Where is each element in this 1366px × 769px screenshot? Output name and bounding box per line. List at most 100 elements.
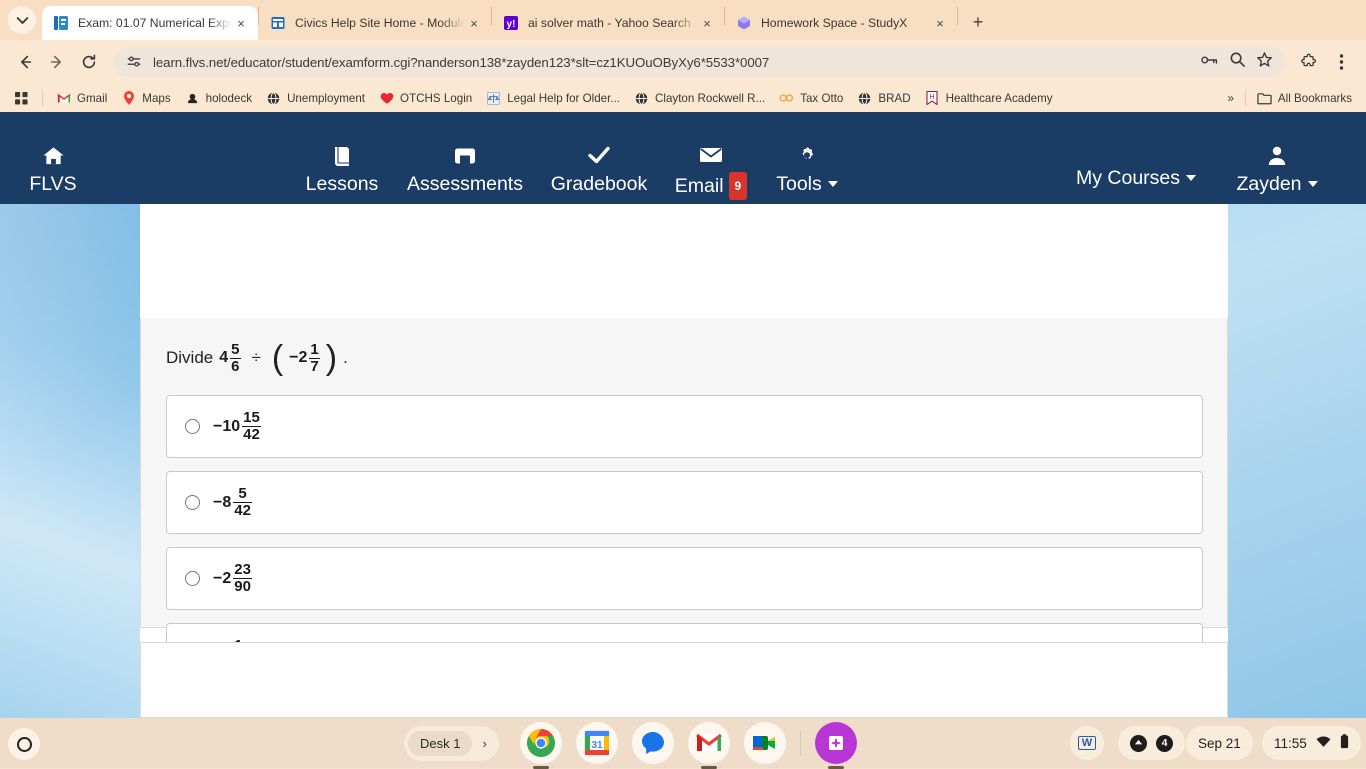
bookmark-brad[interactable]: BRAD [851, 88, 916, 109]
bookmark-maps[interactable]: Maps [115, 88, 176, 109]
nav-user-menu[interactable]: Zayden [1222, 146, 1332, 196]
answer-option-1[interactable]: −8 5 42 [166, 471, 1203, 534]
nav-item-lessons[interactable]: Lessons [294, 146, 390, 196]
browser-toolbar: learn.flvs.net/educator/student/examform… [0, 40, 1366, 84]
bookmark-unemployment[interactable]: Unemployment [260, 88, 371, 109]
nav-item-email[interactable]: Email 9 [665, 146, 757, 200]
expression-left: 4 5 6 [219, 341, 241, 375]
question-text: Divide 4 5 6 ÷ ( −2 1 7) . [166, 338, 348, 377]
chevron-right-icon: › [482, 736, 487, 751]
user-name-label: Zayden [1236, 173, 1302, 195]
apps-grid-icon[interactable] [8, 88, 35, 109]
date-label: Sep 21 [1198, 735, 1241, 751]
bookmark-legal-help[interactable]: Legal Help for Older... [480, 88, 626, 109]
browser-tab-1[interactable]: Civics Help Site Home - Module × [259, 6, 491, 40]
flvs-navigation-bar: FLVS Lessons Assessments Gradebook Email… [0, 112, 1366, 204]
answer-value-2: −2 23 90 [213, 561, 252, 595]
shelf-app-chat[interactable] [632, 722, 674, 764]
bookmark-separator [1244, 90, 1246, 106]
shelf-app-purple[interactable] [815, 722, 857, 764]
studyx-icon [736, 15, 752, 31]
check-icon [540, 146, 658, 172]
back-icon[interactable] [10, 47, 40, 77]
site-settings-icon[interactable] [125, 53, 143, 71]
nav-item-tools[interactable]: Tools [766, 146, 848, 196]
nav-my-courses[interactable]: My Courses [1060, 166, 1212, 190]
bookmark-h-icon: H [925, 91, 940, 106]
shelf-app-meet[interactable] [744, 722, 786, 764]
answer-option-2[interactable]: −2 23 90 [166, 547, 1203, 610]
bookmark-healthcare-academy[interactable]: H Healthcare Academy [919, 88, 1059, 109]
nav-brand-flvs[interactable]: FLVS [20, 146, 86, 196]
answer-radio-0[interactable] [185, 419, 200, 434]
browser-tab-2[interactable]: y! ai solver math - Yahoo Search × [492, 6, 724, 40]
links-icon [779, 91, 794, 106]
new-tab-button[interactable]: + [964, 8, 992, 36]
desk-switcher[interactable]: Desk 1 › [404, 726, 499, 761]
address-bar[interactable]: learn.flvs.net/educator/student/examform… [113, 47, 1285, 77]
answer-radio-2[interactable] [185, 571, 200, 586]
tab-title: Exam: 01.07 Numerical Expres [78, 16, 232, 30]
browser-menu-icon[interactable] [1326, 47, 1356, 77]
bookmarks-bar: Gmail Maps holodeck Unemployment OTCHS L… [0, 84, 1366, 112]
tab-search-icon[interactable] [8, 6, 36, 34]
close-paren: ) [325, 338, 338, 377]
shelf-divider [800, 730, 801, 756]
tab-close-icon[interactable]: × [232, 14, 250, 32]
envelope-icon [665, 146, 757, 172]
wifi-icon [1316, 736, 1331, 751]
launcher-button[interactable] [8, 728, 40, 760]
bookmarks-overflow-button[interactable]: » [1221, 89, 1239, 108]
nav-item-gradebook[interactable]: Gradebook [540, 146, 658, 196]
globe-icon [857, 91, 872, 106]
holodeck-icon [185, 91, 200, 106]
reload-icon[interactable] [74, 47, 104, 77]
tray-word-app[interactable]: W [1070, 726, 1104, 760]
tab-close-icon[interactable]: × [931, 14, 949, 32]
all-bookmarks-button[interactable]: All Bookmarks [1251, 88, 1358, 109]
my-courses-label: My Courses [1075, 167, 1181, 189]
shelf-app-chrome[interactable] [520, 722, 562, 764]
page-viewport: FLVS Lessons Assessments Gradebook Email… [0, 112, 1366, 718]
extensions-icon[interactable] [1294, 47, 1324, 77]
answer-option-0[interactable]: −10 15 42 [166, 395, 1203, 458]
bookmark-gmail[interactable]: Gmail [50, 88, 113, 109]
shelf-app-calendar[interactable]: 31 [576, 722, 618, 764]
tab-close-icon[interactable]: × [465, 14, 483, 32]
bookmark-holodeck[interactable]: holodeck [179, 88, 258, 109]
tray-date[interactable]: Sep 21 [1186, 726, 1253, 760]
svg-text:y!: y! [507, 19, 516, 30]
bookmark-otchs-login[interactable]: OTCHS Login [373, 88, 478, 109]
answer-radio-1[interactable] [185, 495, 200, 510]
globe-icon [266, 91, 281, 106]
update-icon [1130, 734, 1147, 752]
flvs-icon [53, 15, 69, 31]
svg-text:H: H [930, 94, 935, 101]
svg-text:31: 31 [591, 740, 603, 751]
password-key-icon[interactable] [1200, 52, 1219, 73]
notification-count-badge: 4 [1156, 734, 1173, 752]
forward-icon[interactable] [42, 47, 72, 77]
exam-content-area: Divide 4 5 6 ÷ ( −2 1 7) . −10 15 42 −8… [140, 204, 1228, 718]
question-prefix: Divide [166, 348, 214, 368]
tray-status-badges[interactable]: 4 [1118, 726, 1185, 760]
tab-separator [957, 7, 958, 25]
bookmark-tax-otto[interactable]: Tax Otto [773, 88, 849, 109]
bookmark-separator [42, 90, 43, 106]
chrome-browser-window: Exam: 01.07 Numerical Expres × Civics He… [0, 0, 1366, 718]
zoom-icon[interactable] [1229, 51, 1246, 73]
bookmark-clayton-rockwell[interactable]: Clayton Rockwell R... [628, 88, 771, 109]
globe-icon [634, 91, 649, 106]
browser-tab-0[interactable]: Exam: 01.07 Numerical Expres × [42, 6, 258, 40]
nav-brand-label: FLVS [29, 173, 77, 195]
tray-status-area[interactable]: 11:55 [1262, 726, 1361, 760]
chevron-down-icon [1307, 181, 1318, 187]
tab-close-icon[interactable]: × [698, 14, 716, 32]
nav-item-label: Email [674, 175, 724, 197]
gear-icon [766, 146, 848, 172]
browser-tab-3[interactable]: Homework Space - StudyX × [725, 6, 957, 40]
bookmark-star-icon[interactable] [1256, 51, 1273, 73]
shelf-app-gmail[interactable] [688, 722, 730, 764]
nav-item-label: Lessons [305, 173, 379, 195]
nav-item-assessments[interactable]: Assessments [398, 146, 532, 196]
